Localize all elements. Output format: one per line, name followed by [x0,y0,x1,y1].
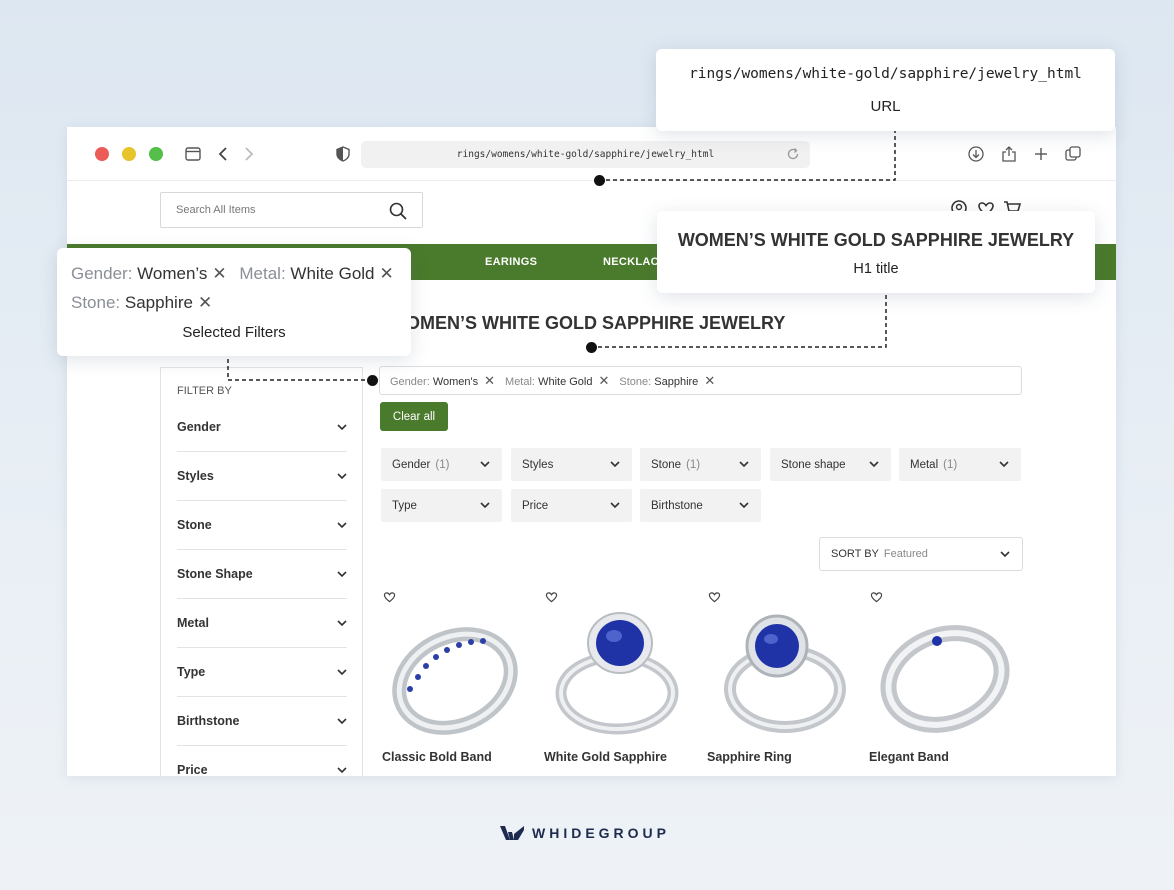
url-callout-value: rings/womens/white-gold/sapphire/jewelry… [689,66,1082,82]
remove-filter-icon: ✕ [197,293,213,312]
annotation-connectors [227,131,896,381]
filters-callout-row-2: Stone: Sapphire ✕ [71,293,212,313]
callout-chip-key: Gender: [71,264,133,283]
callout-chip-value: Women’s [137,264,208,283]
callout-chip-key: Stone: [71,293,121,312]
url-marker-dot [594,175,605,186]
h1-callout-caption: H1 title [853,261,899,277]
filters-callout: Gender: Women’s ✕ Metal: White Gold ✕ Ston… [57,248,411,356]
callout-chip-value: White Gold [290,264,375,283]
callout-chip-key: Metal: [239,264,286,283]
filters-callout-caption: Selected Filters [182,324,286,341]
remove-filter-icon: ✕ [212,264,227,283]
filters-callout-row-1: Gender: Women’s ✕ Metal: White Gold ✕ [71,264,394,284]
h1-callout-value: WOMEN’S WHITE GOLD SAPPHIRE JEWELRY [677,230,1075,250]
whidegroup-logo-icon [500,826,524,840]
remove-filter-icon: ✕ [379,264,394,283]
filters-marker-dot [367,375,378,386]
callout-chip-value: Sapphire [124,293,193,312]
h1-callout: WOMEN’S WHITE GOLD SAPPHIRE JEWELRY H1 t… [657,211,1095,293]
h1-marker-dot [586,342,597,353]
url-callout-caption: URL [870,98,901,115]
url-callout: rings/womens/white-gold/sapphire/jewelry… [656,49,1115,131]
brand-logo: WHIDEGROUP [500,824,670,842]
brand-name: WHIDEGROUP [532,825,670,841]
